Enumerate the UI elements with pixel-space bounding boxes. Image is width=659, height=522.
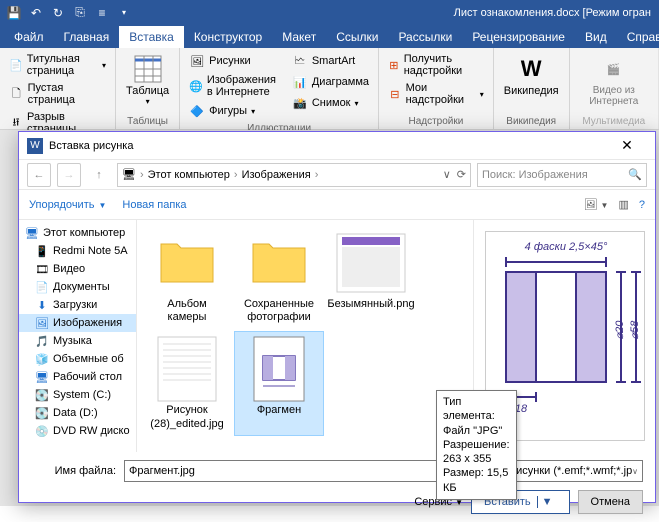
file-tooltip: Тип элемента: Файл "JPG" Разрешение: 263… [436, 390, 517, 500]
help-icon[interactable]: ? [639, 199, 645, 211]
filename-label: Имя файла: [31, 465, 116, 477]
chart-button[interactable]: 📊Диаграмма [289, 72, 372, 92]
wikipedia-icon: W [515, 53, 547, 85]
table-button[interactable]: Таблица▾ [122, 51, 173, 114]
newfolder-button[interactable]: Новая папка [122, 199, 186, 211]
svg-text:4 фаски 2,5×45°: 4 фаски 2,5×45° [524, 241, 607, 253]
smartart-icon: 🗠 [292, 53, 308, 69]
tree-documents[interactable]: 📄Документы [19, 278, 136, 296]
tab-insert[interactable]: Вставка [119, 26, 184, 48]
table-icon [132, 53, 164, 85]
qat-dd-icon[interactable]: ▾ [114, 3, 134, 23]
svg-text:⌀20: ⌀20 [614, 320, 626, 340]
folder-tree: 🖥Этот компьютер 📱Redmi Note 5A 🎞Видео 📄Д… [19, 220, 137, 452]
blank-page-button[interactable]: 🗋Пустая страница [6, 80, 109, 108]
pc-icon: 🖥 [122, 168, 136, 181]
image-thumb [336, 233, 406, 293]
file-item[interactable]: Безымянный.png [327, 226, 415, 328]
ribbon-tabs: Файл Главная Вставка Конструктор Макет С… [0, 25, 659, 48]
tree-this-pc[interactable]: 🖥Этот компьютер [19, 224, 136, 242]
file-item[interactable]: Альбом камеры [143, 226, 231, 328]
redo-icon[interactable]: ↻ [48, 3, 68, 23]
online-pictures-button[interactable]: 🌐Изображения в Интернете [186, 72, 285, 100]
touch-icon[interactable]: ⎘ [70, 3, 90, 23]
tree-music[interactable]: 🎵Музыка [19, 332, 136, 350]
breadcrumb[interactable]: 🖥› Этот компьютер› Изображения› ∨⟳ [117, 163, 471, 187]
ribbon: 📄Титульная страница▾ 🗋Пустая страница ⭿Р… [0, 48, 659, 130]
refresh-icon[interactable]: ⟳ [457, 168, 466, 181]
screenshot-button[interactable]: 📸Снимок▾ [289, 93, 372, 113]
tree-pictures[interactable]: 🖼Изображения [19, 314, 136, 332]
cover-page-button[interactable]: 📄Титульная страница▾ [6, 51, 109, 79]
image-thumb [253, 336, 305, 402]
screenshot-icon: 📸 [292, 95, 308, 111]
file-list: Альбом камеры Сохраненные фотографии Без… [137, 220, 473, 452]
group-media: Мультимедиа [582, 114, 645, 129]
pictures-button[interactable]: 🖼Рисунки [186, 51, 285, 71]
chart-icon: 📊 [292, 74, 308, 90]
tab-design[interactable]: Конструктор [184, 26, 272, 48]
get-addins-button[interactable]: ⊞Получить надстройки [385, 51, 487, 79]
folder-icon [159, 242, 215, 284]
file-item[interactable]: Сохраненные фотографии [235, 226, 323, 328]
shapes-icon: 🔷 [189, 103, 205, 119]
tab-file[interactable]: Файл [4, 26, 54, 48]
word-icon: W [27, 138, 43, 154]
tab-home[interactable]: Главная [54, 26, 120, 48]
close-button[interactable]: ✕ [607, 137, 647, 154]
addins-icon: ⊟ [388, 86, 402, 102]
group-wiki: Википедия [506, 114, 556, 129]
fwd-button[interactable]: → [57, 163, 81, 187]
tab-layout[interactable]: Макет [272, 26, 326, 48]
my-addins-button[interactable]: ⊟Мои надстройки▾ [385, 80, 487, 108]
break-icon: ⭿ [9, 115, 23, 131]
video-button: 🎬 Видео из Интернета [576, 51, 652, 114]
preview-pane-button[interactable]: ▥ [618, 198, 628, 211]
store-icon: ⊞ [388, 57, 400, 73]
svg-text:⌀58: ⌀58 [629, 320, 641, 340]
tree-drive-d[interactable]: 💽Data (D:) [19, 404, 136, 422]
tab-mailings[interactable]: Рассылки [388, 26, 462, 48]
tree-downloads[interactable]: ⬇Загрузки [19, 296, 136, 314]
file-item-selected[interactable]: Фрагмен [235, 332, 323, 434]
save-icon[interactable]: 💾 [4, 3, 24, 23]
tree-dvd[interactable]: 💿DVD RW диско [19, 422, 136, 440]
undo-icon[interactable]: ↶ [26, 3, 46, 23]
image-thumb [157, 336, 217, 402]
search-input[interactable]: Поиск: Изображения 🔍 [477, 163, 647, 187]
dialog-title: Вставка рисунка [49, 140, 133, 152]
file-item[interactable]: Рисунок (28)_edited.jpg [143, 332, 231, 434]
view-icons-button[interactable]: 🖼 ▼ [584, 198, 609, 211]
shapes-button[interactable]: 🔷Фигуры▾ [186, 101, 285, 121]
back-button[interactable]: ← [27, 163, 51, 187]
smartart-button[interactable]: 🗠SmartArt [289, 51, 372, 71]
tree-videos[interactable]: 🎞Видео [19, 260, 136, 278]
blank-icon: 🗋 [9, 86, 24, 102]
tab-help[interactable]: Справка [617, 26, 659, 48]
filename-input[interactable]: Фрагмент.jpg∨ [124, 460, 475, 482]
cancel-button[interactable]: Отмена [578, 490, 643, 514]
search-icon: 🔍 [628, 168, 642, 181]
wikipedia-button[interactable]: W Википедия [500, 51, 563, 114]
folder-icon [251, 242, 307, 284]
picture-icon: 🖼 [189, 53, 205, 69]
tree-drive-c[interactable]: 💽System (C:) [19, 386, 136, 404]
tab-view[interactable]: Вид [575, 26, 617, 48]
window-title: Лист ознакомления.docx [Режим огран [454, 7, 659, 19]
video-icon: 🎬 [598, 53, 630, 85]
insert-split-icon[interactable]: ▼ [537, 496, 557, 508]
group-tables: Таблицы [127, 114, 168, 129]
page-icon: 📄 [9, 57, 23, 73]
tab-review[interactable]: Рецензирование [462, 26, 575, 48]
menu-icon[interactable]: ≡ [92, 3, 112, 23]
online-icon: 🌐 [189, 78, 203, 94]
tree-phone[interactable]: 📱Redmi Note 5A [19, 242, 136, 260]
tree-desktop[interactable]: 🖥Рабочий стол [19, 368, 136, 386]
up-button[interactable]: ↑ [87, 163, 111, 187]
organize-button[interactable]: Упорядочить▼ [29, 199, 106, 211]
insert-picture-dialog: W Вставка рисунка ✕ ← → ↑ 🖥› Этот компью… [18, 131, 656, 503]
group-addins: Надстройки [408, 114, 463, 129]
tab-refs[interactable]: Ссылки [326, 26, 388, 48]
tree-3d[interactable]: 🧊Объемные об [19, 350, 136, 368]
